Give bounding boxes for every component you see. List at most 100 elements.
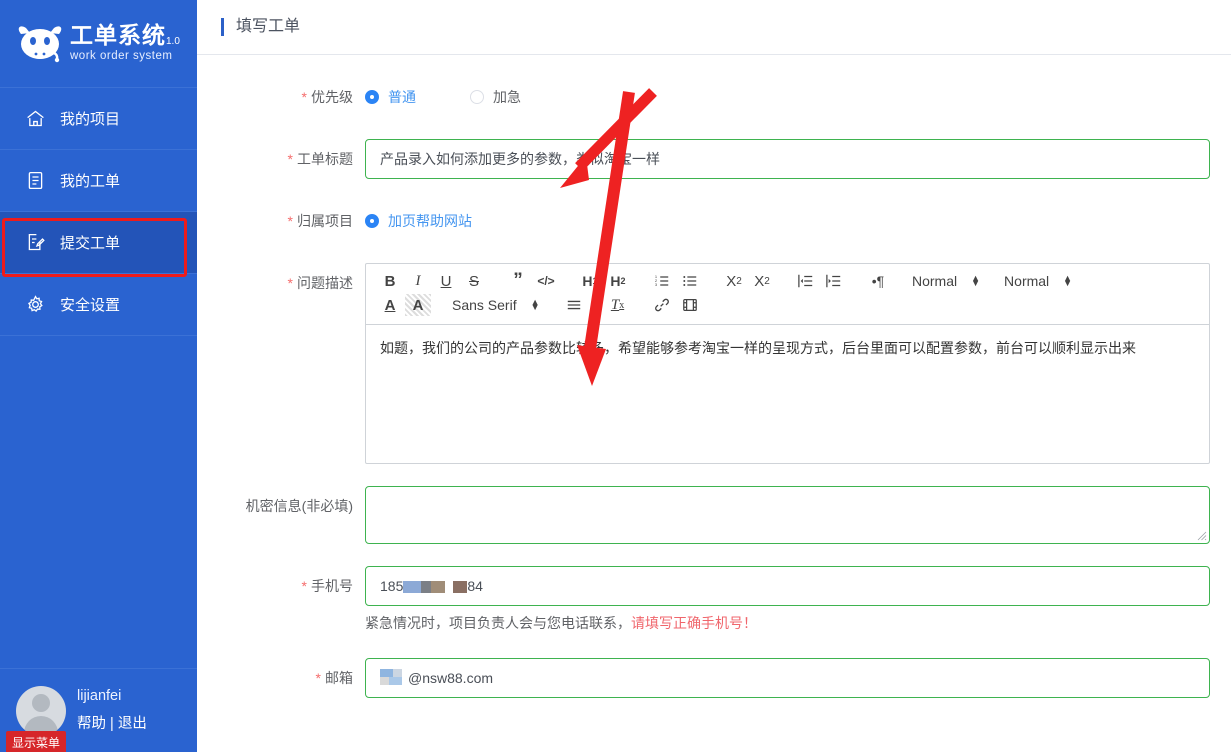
header-2-icon[interactable]: H2 [605,270,631,292]
strikethrough-icon[interactable]: S [461,270,487,292]
phone-suffix: 84 [467,578,483,594]
outdent-icon[interactable] [793,270,819,292]
app-root: 工单系统1.0 work order system 我的项目 我的工单 提交工单… [0,0,1231,752]
secret-field [365,486,1231,544]
brand-text: 工单系统1.0 work order system [70,24,180,63]
form-row-description: * 问题描述 B I U S ” </> H 1 H 2 1 2 3 X 2 X… [197,263,1231,464]
indent-icon[interactable] [821,270,847,292]
sidebar-item-label: 安全设置 [60,297,121,314]
title-field: 产品录入如何添加更多的参数，类似淘宝一样 [365,139,1231,179]
font-color-icon[interactable]: A [377,294,403,316]
bullet-list-icon[interactable] [677,270,703,292]
logout-link[interactable]: 退出 [118,716,147,732]
link-icon[interactable] [649,294,675,316]
redaction-block [403,569,468,605]
font-picker[interactable]: Sans Serif ▲ ▼ [452,297,540,313]
code-block-icon[interactable]: </> [533,270,559,292]
phone-input[interactable]: 185 84 [365,566,1210,606]
size-picker-label: Normal [912,273,958,289]
gear-icon [24,294,46,316]
email-label: * 邮箱 [315,670,353,686]
size-picker[interactable]: Normal ▲ ▼ [912,273,980,289]
show-menu-button[interactable]: 显示菜单 [6,731,67,752]
email-suffix: @nsw88.com [408,670,494,686]
edit-document-icon [24,232,46,254]
phone-hint-warning: 请填写正确手机号！ [631,615,757,631]
svg-text:3: 3 [655,282,658,287]
help-link[interactable]: 帮助 [77,716,106,732]
project-radio-jiaye[interactable]: 加页帮助网站 [365,201,472,241]
ordered-list-icon[interactable]: 1 2 3 [649,270,675,292]
description-field: B I U S ” </> H1 H2 1 2 3 X 2 X 2 •¶ Nor… [365,263,1231,464]
ticket-title-input[interactable]: 产品录入如何添加更多的参数，类似淘宝一样 [365,139,1210,179]
editor-toolbar-row-2: A A Sans Serif ▲ ▼ T x [376,293,1199,317]
secret-label: 机密信息(非必填) [245,498,353,514]
form-row-secret: 机密信息(非必填) [197,486,1231,544]
user-links: 帮助 | 退出 [77,712,147,733]
header-picker[interactable]: Normal ▲ ▼ [1004,273,1072,289]
cow-logo-icon [14,18,66,70]
page-title: 填写工单 [221,18,300,36]
brand: 工单系统1.0 work order system [0,0,197,88]
phone-prefix: 185 [380,578,404,594]
radio-dot-icon [365,90,379,104]
brand-version: 1.0 [166,36,180,48]
required-star: * [301,578,307,594]
font-picker-label: Sans Serif [452,297,517,313]
editor-toolbar-row-1: B I U S ” </> H1 H2 1 2 3 X 2 X 2 •¶ Nor… [376,269,1199,293]
user-avatar-icon[interactable] [16,685,66,736]
sidebar-item-submit-ticket[interactable]: 提交工单 [0,212,197,274]
header-1-icon[interactable]: H1 [577,270,603,292]
form-row-email: * 邮箱 @nsw88.com [197,658,1231,698]
secret-info-textarea[interactable] [365,486,1210,544]
italic-icon[interactable]: I [405,270,431,292]
project-field: 加页帮助网站 [365,201,1231,241]
phone-field: 185 84 紧急情况时，项目负责人会与您电话联系，请填写正确手机号！ [365,566,1231,636]
project-label: * 归属项目 [287,213,353,229]
sidebar-item-my-projects[interactable]: 我的项目 [0,88,197,150]
priority-radio-normal[interactable]: 普通 [365,77,416,117]
sidebar-item-my-tickets[interactable]: 我的工单 [0,150,197,212]
underline-icon[interactable]: U [433,270,459,292]
subscript-icon[interactable]: X2 [721,270,747,292]
document-list-icon [24,170,46,192]
priority-radio-urgent[interactable]: 加急 [470,77,521,117]
chevron-updown-icon: ▲ ▼ [1063,273,1073,288]
ticket-form: * 优先级 普通 加急 * 工单标题 产品录入如何添加更多的参数，类似淘宝一样 … [197,55,1231,698]
bold-icon[interactable]: B [377,270,403,292]
align-icon[interactable] [561,294,587,316]
sidebar: 工单系统1.0 work order system 我的项目 我的工单 提交工单… [0,0,197,752]
phone-label: * 手机号 [301,578,353,594]
priority-label: * 优先级 [301,89,353,105]
redaction-block [380,661,408,697]
header-picker-label: Normal [1004,273,1050,289]
email-input[interactable]: @nsw88.com [365,658,1210,698]
background-color-icon[interactable]: A [405,294,431,316]
editor-toolbar: B I U S ” </> H1 H2 1 2 3 X 2 X 2 •¶ Nor… [366,264,1209,325]
clear-format-icon[interactable]: Tx [605,294,631,316]
sidebar-item-security-settings[interactable]: 安全设置 [0,274,197,336]
form-row-phone: * 手机号 185 84 紧急情况时，项目负责人会与您电话联系，请填写正确手机号！ [197,566,1231,636]
chevron-updown-icon: ▲ ▼ [971,273,981,288]
main-content: 填写工单 * 优先级 普通 加急 * 工单标题 产品录入如何添加更多的参数，类似… [197,0,1231,752]
user-meta: lijianfei 帮助 | 退出 [77,688,147,733]
chevron-updown-icon: ▲ ▼ [530,297,540,312]
blockquote-icon[interactable]: ” [505,270,531,292]
brand-subtitle: work order system [70,50,173,63]
email-field: @nsw88.com [365,658,1231,698]
text-direction-icon[interactable]: •¶ [865,270,891,292]
resize-grip-icon[interactable] [1197,531,1207,541]
video-icon[interactable] [677,294,703,316]
description-editor-body[interactable]: 如题，我们的公司的产品参数比较多，希望能够参考淘宝一样的呈现方式，后台里面可以配… [366,325,1209,463]
title-label: * 工单标题 [287,151,353,167]
radio-dot-icon [365,214,379,228]
description-label: * 问题描述 [287,275,353,291]
superscript-icon[interactable]: X2 [749,270,775,292]
rich-text-editor: B I U S ” </> H1 H2 1 2 3 X 2 X 2 •¶ Nor… [365,263,1210,464]
priority-radio-group: 普通 加急 [365,77,1210,117]
sidebar-item-label: 提交工单 [60,235,121,252]
phone-hint: 紧急情况时，项目负责人会与您电话联系，请填写正确手机号！ [365,606,1210,636]
page-header: 填写工单 [197,0,1231,55]
sidebar-item-label: 我的项目 [60,111,121,128]
phone-hint-normal: 紧急情况时，项目负责人会与您电话联系， [365,615,631,631]
